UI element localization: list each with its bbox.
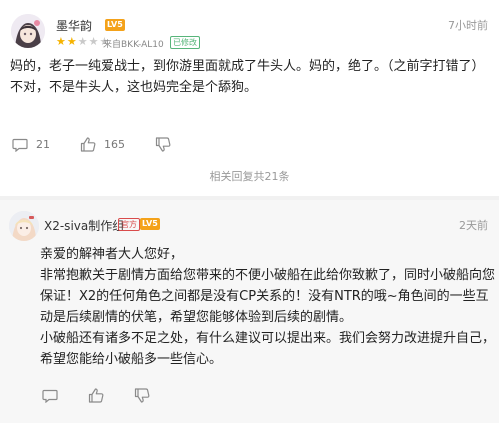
like-button[interactable] xyxy=(88,388,112,403)
edited-badge: 已修改 xyxy=(170,36,200,49)
star-icon: ★ xyxy=(88,35,100,48)
user-avatar[interactable] xyxy=(11,14,45,48)
dislike-button[interactable] xyxy=(134,388,158,403)
star-icon: ★ xyxy=(56,35,67,48)
timestamp: 2天前 xyxy=(459,219,488,232)
like-count: 165 xyxy=(104,138,125,151)
reply-button[interactable] xyxy=(42,389,66,403)
comment-actions xyxy=(42,388,180,403)
like-button[interactable]: 165 xyxy=(80,137,125,152)
star-icon: ★ xyxy=(66,35,78,48)
user-avatar[interactable] xyxy=(9,211,39,241)
comment-body: 亲爱的解神者大人您好， 非常抱歉关于剧情方面给您带来的不便小破船在此给你致歉了，… xyxy=(40,244,495,370)
username[interactable]: 墨华韵 xyxy=(56,17,92,34)
comment-card: X2-siva制作组 官方 LV5 2天前 亲爱的解神者大人您好， 非常抱歉关于… xyxy=(0,200,499,423)
device-label: 来自BKK-AL10 xyxy=(103,40,164,50)
comment-body: 妈的，老子一纯爱战士，到你游里面就成了牛头人。妈的，绝了。（之前字打错了） 不对… xyxy=(10,56,490,98)
thumbs-up-icon xyxy=(80,137,96,152)
reply-count: 21 xyxy=(36,138,50,151)
star-icon: ★ xyxy=(77,35,89,48)
view-replies-link[interactable]: 相关回复共21条 xyxy=(0,168,499,184)
comment-text: 不对，不是牛头人，这也妈完全是个舔狗。 xyxy=(10,80,258,95)
dislike-button[interactable] xyxy=(155,137,179,152)
comment-icon xyxy=(42,389,58,403)
level-badge: LV5 xyxy=(105,19,125,31)
official-badge: 官方 xyxy=(118,218,140,231)
comment-text: 妈的，老子一纯爱战士，到你游里面就成了牛头人。妈的，绝了。（之前字打错了） xyxy=(10,59,485,74)
level-badge: LV5 xyxy=(140,218,160,230)
comment-card: 墨华韵 LV5 ★★★★★ 来自BKK-AL10 已修改 7小时前 妈的，老子一… xyxy=(0,0,499,197)
comment-text: 非常抱歉关于剧情方面给您带来的不便小破船在此给你致歉了，同时小破船向您保证！X2… xyxy=(40,268,496,325)
comment-text: 小破船还有诸多不足之处，有什么建议可以提出来。我们会努力改进提升自己，希望您能给… xyxy=(40,331,496,367)
comment-text: 亲爱的解神者大人您好， xyxy=(40,247,184,262)
thumbs-down-icon xyxy=(134,388,150,403)
comment-actions: 21 165 xyxy=(12,137,209,152)
reply-button[interactable]: 21 xyxy=(12,138,50,152)
comment-icon xyxy=(12,138,28,152)
username[interactable]: X2-siva制作组 xyxy=(44,217,124,234)
thumbs-up-icon xyxy=(88,388,104,403)
thumbs-down-icon xyxy=(155,137,171,152)
timestamp: 7小时前 xyxy=(448,19,488,32)
